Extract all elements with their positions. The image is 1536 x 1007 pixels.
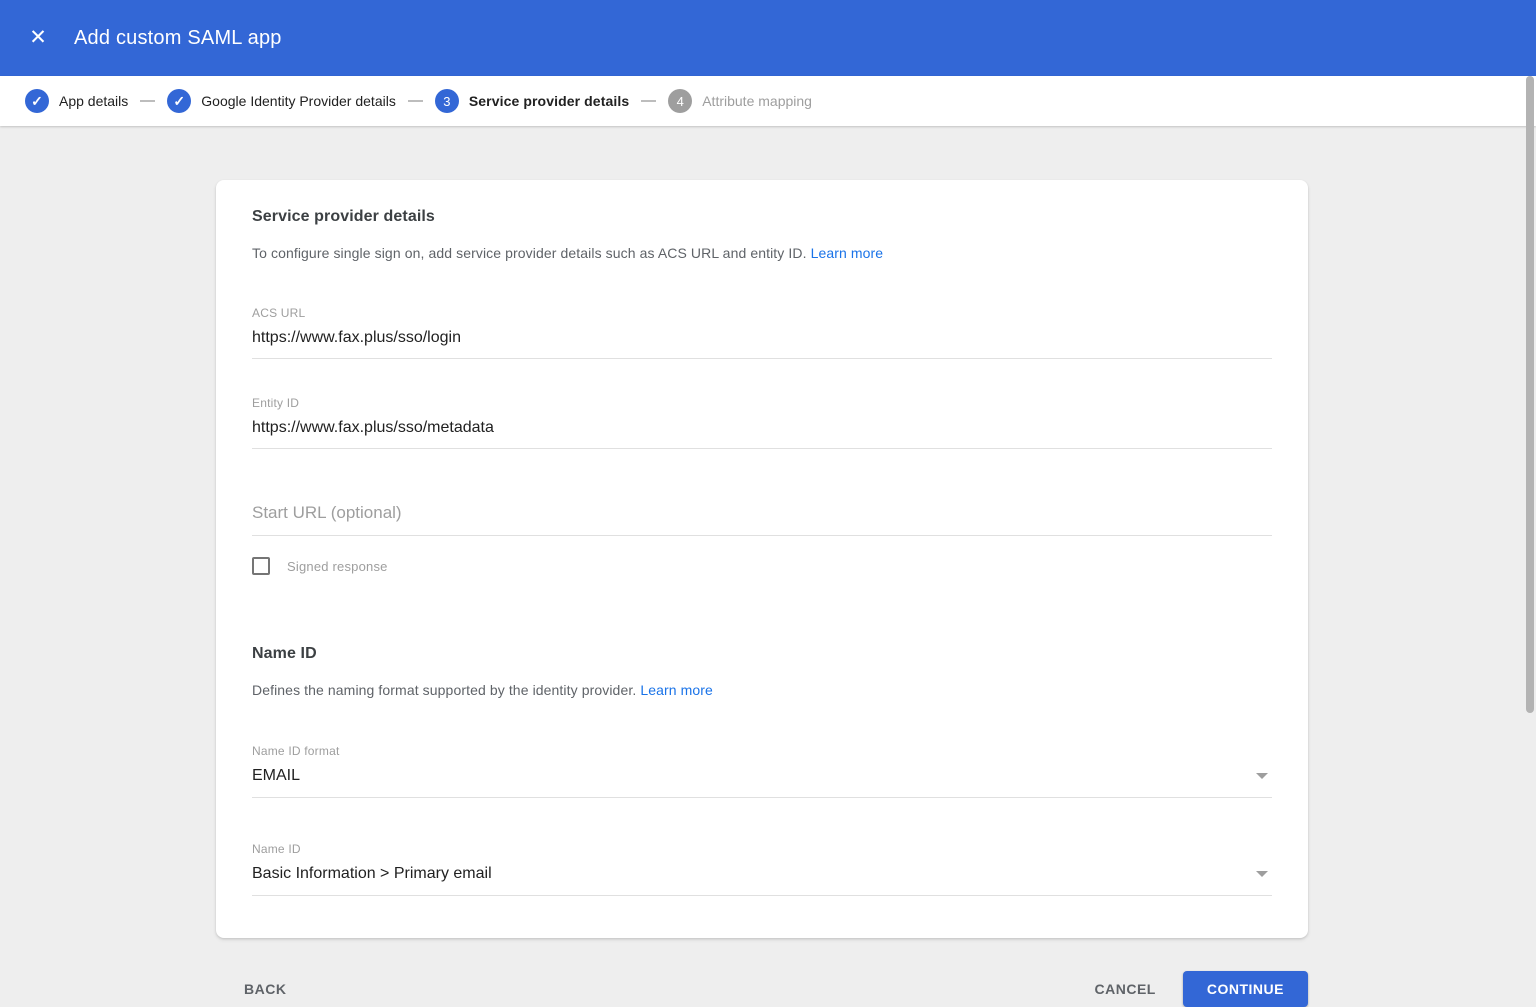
step-4-circle: 4 [668, 89, 693, 113]
step-3-circle: 3 [434, 89, 459, 113]
acs-url-input[interactable] [252, 320, 1272, 359]
name-id-description-text: Defines the naming format supported by t… [252, 682, 637, 698]
scrollbar[interactable] [1526, 76, 1534, 713]
learn-more-link[interactable]: Learn more [640, 682, 713, 698]
dialog-footer: BACK CANCEL CONTINUE [216, 971, 1308, 1007]
stepper: ✓ App details ✓ Google Identity Provider… [0, 76, 1536, 126]
check-icon: ✓ [173, 93, 186, 109]
acs-url-field: ACS URL [252, 306, 1272, 359]
section-description-text: To configure single sign on, add service… [252, 245, 807, 261]
continue-button[interactable]: CONTINUE [1182, 971, 1308, 1007]
step-4-number: 4 [676, 93, 684, 109]
acs-url-label: ACS URL [252, 306, 306, 320]
learn-more-link[interactable]: Learn more [811, 245, 884, 261]
start-url-input[interactable] [252, 497, 1272, 536]
name-id-label: Name ID [252, 842, 301, 856]
entity-id-field: Entity ID [252, 396, 1272, 449]
name-id-format-label: Name ID format [252, 744, 340, 758]
name-id-title: Name ID [252, 645, 317, 662]
step-1-label: App details [59, 93, 129, 109]
name-id-format-select[interactable]: Name ID format EMAIL [252, 744, 1272, 798]
dialog-title: Add custom SAML app [74, 26, 282, 49]
step-app-details[interactable]: ✓ App details [25, 89, 128, 113]
service-provider-details-card: Service provider details To configure si… [216, 180, 1308, 938]
start-url-field [252, 497, 1272, 536]
name-id-description: Defines the naming format supported by t… [252, 682, 1272, 698]
footer-actions: CANCEL CONTINUE [1087, 971, 1308, 1007]
step-2-label: Google Identity Provider details [201, 93, 396, 109]
step-separator [407, 100, 423, 102]
step-separator [641, 100, 657, 102]
step-service-provider-details[interactable]: 3 Service provider details [434, 89, 630, 113]
name-id-value: Basic Information > Primary email [252, 865, 492, 882]
entity-id-input[interactable] [252, 410, 1272, 449]
step-separator [140, 100, 156, 102]
back-button[interactable]: BACK [236, 971, 294, 1007]
section-description: To configure single sign on, add service… [252, 245, 1272, 261]
chevron-down-icon [1256, 871, 1268, 877]
section-title: Service provider details [252, 208, 435, 225]
name-id-section: Name ID Defines the naming format suppor… [252, 645, 1272, 896]
close-icon[interactable]: ✕ [25, 25, 51, 51]
name-id-select[interactable]: Name ID Basic Information > Primary emai… [252, 842, 1272, 896]
step-google-idp-details[interactable]: ✓ Google Identity Provider details [167, 89, 396, 113]
signed-response-row: Signed response [252, 557, 1272, 575]
signed-response-label: Signed response [287, 558, 388, 574]
check-icon: ✓ [31, 93, 43, 109]
step-2-circle: ✓ [167, 89, 192, 113]
step-3-label: Service provider details [468, 93, 630, 109]
step-1-circle: ✓ [25, 89, 49, 113]
step-3-number: 3 [443, 93, 451, 109]
entity-id-label: Entity ID [252, 396, 300, 410]
step-4-label: Attribute mapping [702, 93, 812, 109]
signed-response-checkbox[interactable] [252, 557, 270, 575]
step-attribute-mapping[interactable]: 4 Attribute mapping [668, 89, 812, 113]
chevron-down-icon [1256, 773, 1268, 779]
cancel-button[interactable]: CANCEL [1087, 971, 1164, 1007]
dialog-header: ✕ Add custom SAML app [0, 0, 1536, 76]
name-id-format-value: EMAIL [252, 767, 301, 784]
